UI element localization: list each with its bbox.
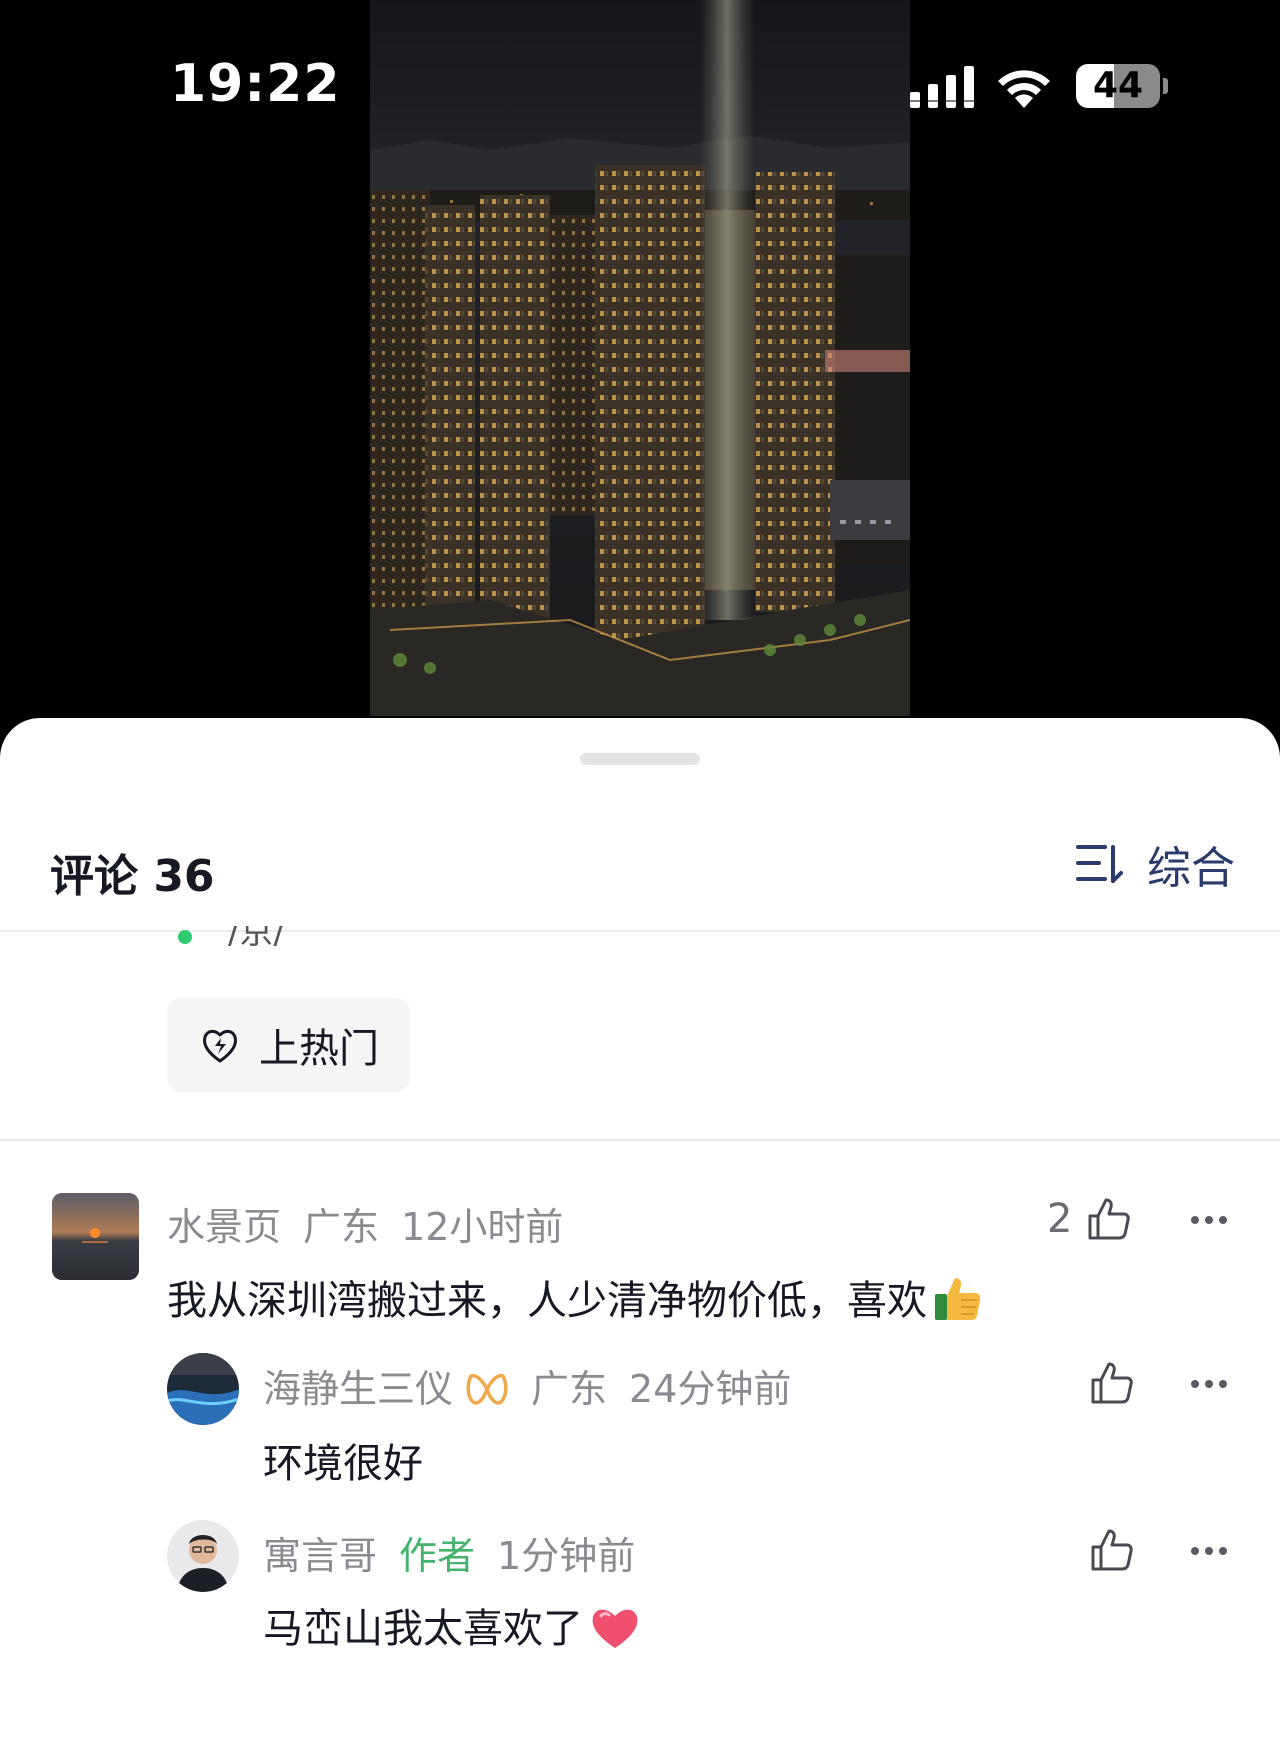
sort-button[interactable]: 综合	[1075, 836, 1235, 894]
sheet-drag-handle[interactable]	[580, 753, 700, 765]
reply-body: 马峦山我太喜欢了	[263, 1606, 583, 1652]
reply-username[interactable]: 海静生三仪	[263, 1367, 453, 1411]
sort-label: 综合	[1147, 843, 1235, 894]
thumbs-up-icon[interactable]	[1089, 1527, 1135, 1573]
promote-hot-button[interactable]: 上热门	[167, 998, 410, 1092]
status-bar: 19:22 44	[0, 0, 1280, 180]
wifi-icon	[998, 70, 1050, 108]
comment-username[interactable]: 水景页	[167, 1205, 281, 1249]
partial-text: /京/	[228, 926, 285, 946]
online-status-dot	[178, 930, 192, 944]
more-options-icon[interactable]	[1189, 1378, 1229, 1390]
avatar[interactable]	[167, 1353, 239, 1425]
comments-title: 评论 36	[50, 851, 215, 902]
sort-icon	[1076, 845, 1123, 883]
sunset-avatar-image	[52, 1193, 139, 1280]
comments-header: 评论 36 综合	[0, 798, 1280, 932]
like-count: 2	[1047, 1196, 1073, 1242]
reply-location: 广东	[531, 1367, 608, 1411]
promote-hot-label: 上热门	[259, 1026, 379, 1072]
cellular-signal-icon	[910, 66, 974, 108]
avatar[interactable]	[52, 1193, 139, 1280]
comment-location: 广东	[303, 1205, 380, 1249]
thumbs-up-emoji	[935, 1278, 981, 1320]
like-button[interactable]: 2	[1047, 1196, 1132, 1242]
section-divider	[0, 1139, 1280, 1141]
reply-time: 1分钟前	[497, 1534, 636, 1578]
comment-text: 我从深圳湾搬过来，人少清净物价低，喜欢	[167, 1268, 983, 1326]
thumbs-up-icon	[1088, 1198, 1131, 1240]
author-tag: 作者	[399, 1534, 476, 1578]
avatar[interactable]	[167, 1520, 239, 1592]
person-avatar-image	[167, 1520, 239, 1592]
seashore-avatar-image	[167, 1353, 239, 1425]
video-player[interactable]: 19:22 44	[0, 0, 1280, 740]
comment-meta: 水景页 广东 12小时前	[167, 1196, 585, 1251]
thumbs-up-icon[interactable]	[1089, 1360, 1135, 1406]
reply-meta: 海静生三仪 广东 24分钟前	[263, 1358, 813, 1413]
comments-sheet: 评论 36 综合 /京/ 上热门 水景页 广东 12小时前 2 我从深圳湾搬过来…	[0, 718, 1280, 1744]
status-time: 19:22	[170, 54, 341, 114]
partial-previous-comment: /京/	[170, 926, 370, 946]
reply-username[interactable]: 寓言哥	[263, 1534, 377, 1578]
comment-time: 12小时前	[401, 1205, 564, 1249]
battery-level-text: 44	[1092, 65, 1144, 106]
red-heart-emoji	[592, 1609, 638, 1648]
comment-body: 我从深圳湾搬过来，人少清净物价低，喜欢	[167, 1278, 927, 1324]
infinity-badge-icon	[466, 1373, 508, 1405]
more-options-icon[interactable]	[1189, 1545, 1229, 1557]
heart-flame-icon	[203, 1029, 237, 1063]
reply-meta: 寓言哥 作者 1分钟前	[263, 1525, 657, 1580]
reply-time: 24分钟前	[629, 1367, 792, 1411]
more-options-icon[interactable]	[1189, 1214, 1229, 1226]
reply-text: 马峦山我太喜欢了	[263, 1596, 641, 1654]
battery-icon: 44	[1076, 64, 1168, 110]
reply-text: 环境很好	[263, 1441, 423, 1487]
